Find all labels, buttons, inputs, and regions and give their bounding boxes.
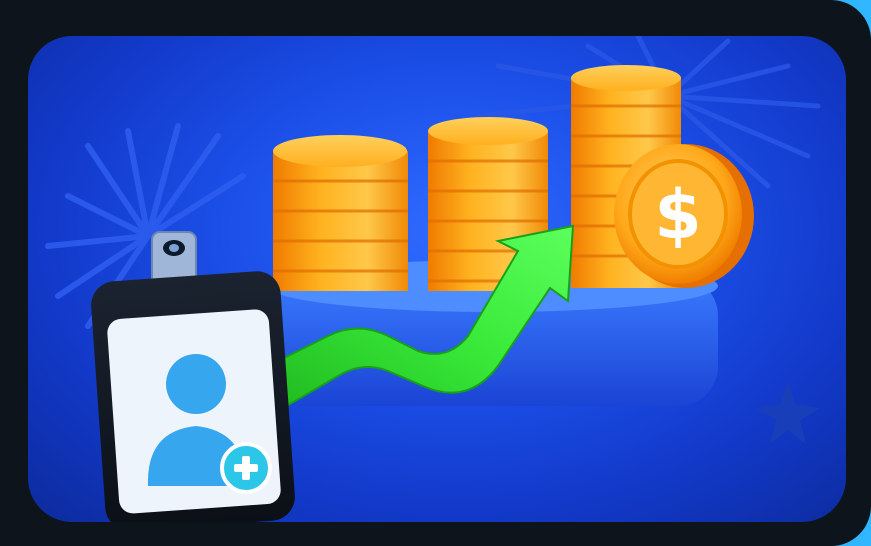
illustration-scene: $: [28, 36, 846, 522]
user-avatar-icon: [166, 354, 226, 414]
star-decoration: [756, 381, 820, 444]
dollar-symbol: $: [654, 176, 701, 255]
illustration-svg: $: [45, 36, 821, 522]
coin-stack-1: [273, 135, 408, 291]
